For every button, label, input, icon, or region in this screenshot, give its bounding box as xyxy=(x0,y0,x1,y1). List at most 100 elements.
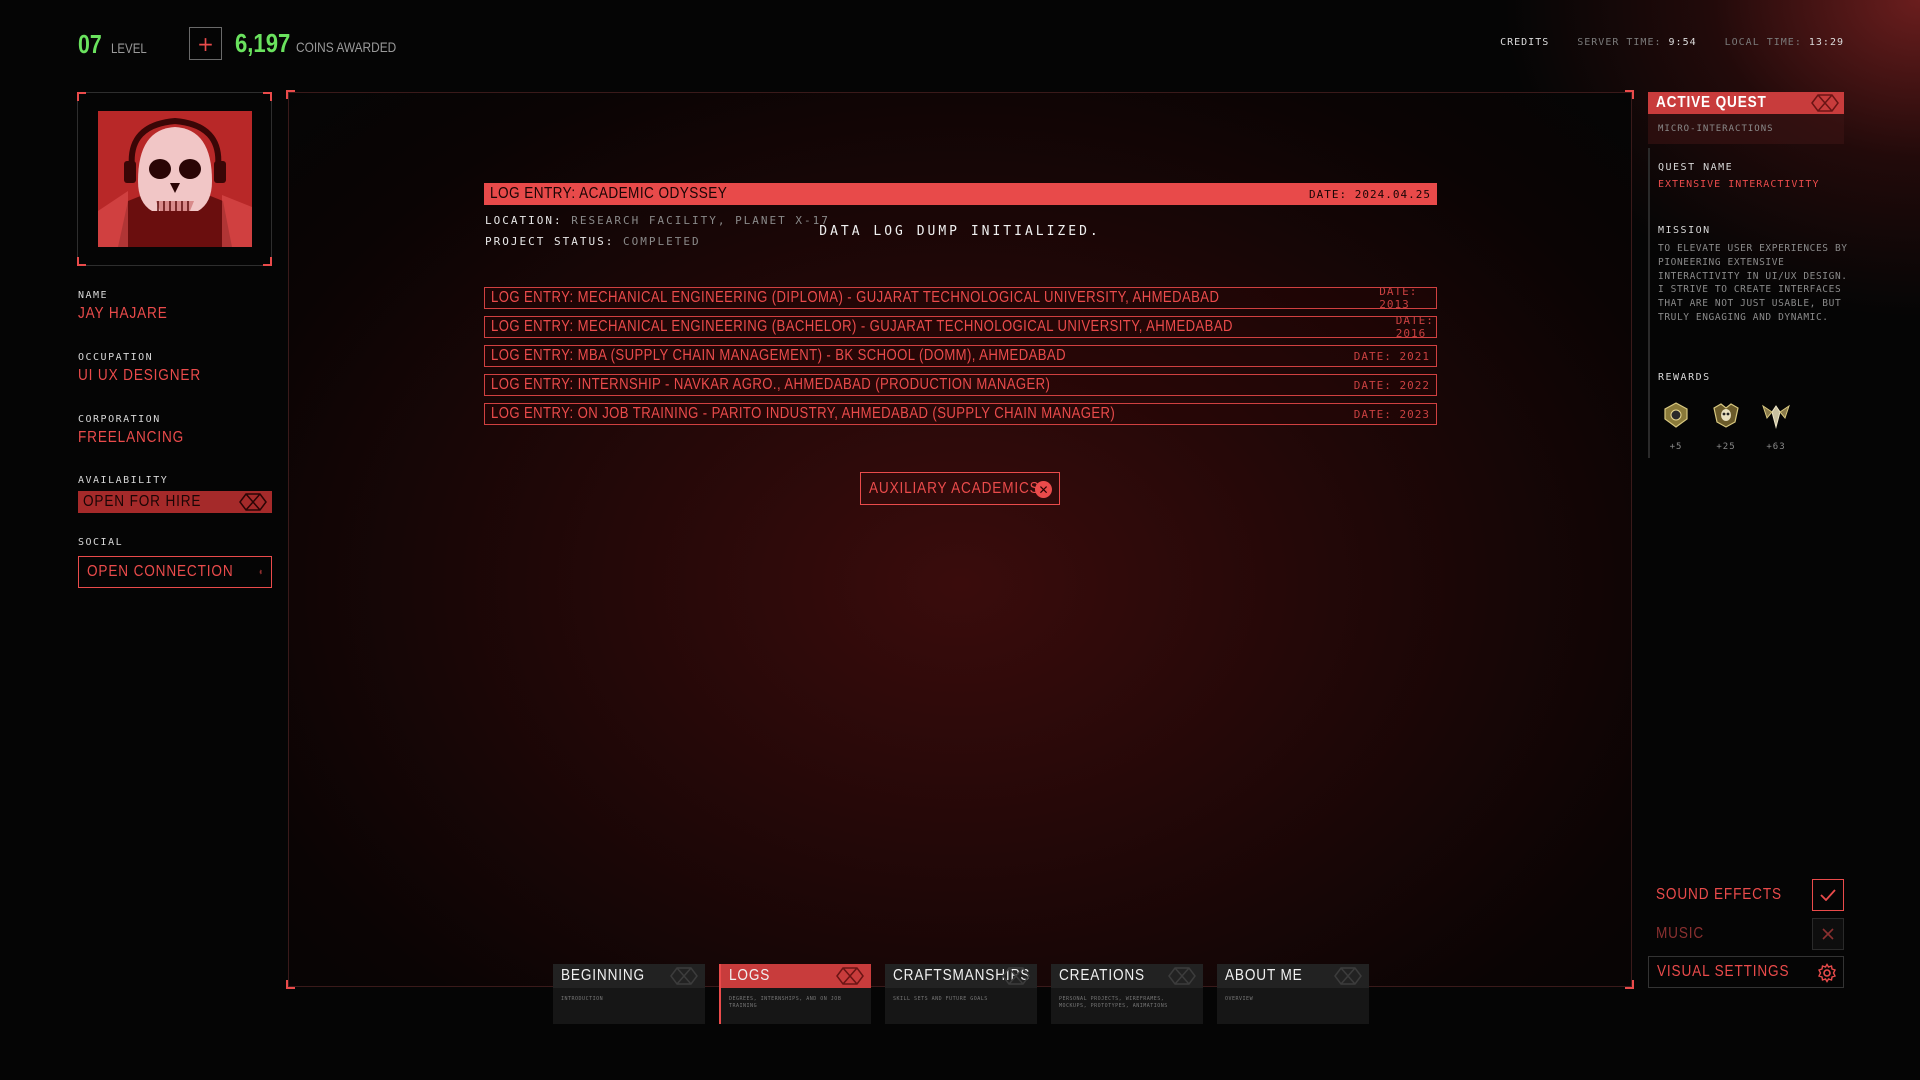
tab-label: CREATIONS xyxy=(1059,967,1145,984)
tab-header: ABOUT ME xyxy=(1217,964,1369,988)
name-label: NAME xyxy=(78,290,109,301)
quest-name-field: QUEST NAME EXTENSIVE INTERACTIVITY xyxy=(1658,162,1848,190)
log-entry-row[interactable]: LOG ENTRY: MECHANICAL ENGINEERING (BACHE… xyxy=(484,314,1437,340)
auxiliary-academics-label: AUXILIARY ACADEMICS xyxy=(869,479,1040,497)
server-time-value: 9:54 xyxy=(1668,37,1697,48)
tab-description: INTRODUCTION xyxy=(561,996,604,1002)
status-label: PROJECT STATUS: xyxy=(485,235,615,248)
reward-value: +5 xyxy=(1669,442,1683,452)
sound-effects-checkbox[interactable] xyxy=(1812,879,1844,911)
music-label: MUSIC xyxy=(1656,925,1705,942)
location-label: LOCATION: xyxy=(485,214,563,227)
frame-corner xyxy=(77,92,86,101)
active-quest-header: ACTIVE QUEST xyxy=(1648,92,1844,114)
occupation-value: UI UX DESIGNER xyxy=(78,367,201,384)
log-entry-date: DATE: 2023 xyxy=(1353,407,1430,421)
visual-settings-icon-box xyxy=(1811,957,1843,989)
bluetooth-icon xyxy=(259,569,263,575)
occupation-field: OCCUPATION UI UX DESIGNER xyxy=(78,352,273,385)
server-time-label: SERVER TIME: xyxy=(1577,37,1662,48)
quest-subtitle: MICRO-INTERACTIONS xyxy=(1648,114,1844,144)
log-entry-date: DATE: 2013 xyxy=(1379,285,1418,311)
corporation-value: FREELANCING xyxy=(78,429,185,446)
tab-header: LOGS xyxy=(721,964,871,988)
reward-value: +25 xyxy=(1716,442,1736,452)
log-entry-date: DATE: 2022 xyxy=(1353,378,1430,392)
local-time-value: 13:29 xyxy=(1808,37,1844,48)
quest-name-label: QUEST NAME xyxy=(1658,162,1734,173)
tab-description: PERSONAL PROJECTS, WIREFRAMES, MOCKUPS, … xyxy=(1059,996,1168,1009)
check-icon xyxy=(1820,889,1836,901)
featured-log-entry[interactable]: LOG ENTRY: ACADEMIC ODYSSEY DATE: 2024.0… xyxy=(484,183,1437,205)
log-entry-row[interactable]: LOG ENTRY: INTERNSHIP - NAVKAR AGRO., AH… xyxy=(484,374,1437,396)
panel-corner xyxy=(1625,980,1634,989)
reward-value: +63 xyxy=(1766,442,1786,452)
add-coins-button[interactable]: + xyxy=(189,27,222,60)
tab-header: BEGINNING xyxy=(553,964,705,988)
name-field: NAME JAY HAJARE xyxy=(78,290,273,323)
close-circle-icon[interactable]: ✕ xyxy=(1035,481,1052,498)
tab-craftsmanships[interactable]: CRAFTSMANSHIPS SKILL SETS AND FUTURE GOA… xyxy=(885,964,1037,1024)
music-checkbox[interactable] xyxy=(1812,918,1844,950)
featured-date: DATE: 2024.04.25 xyxy=(1309,187,1431,201)
hex-pattern-icon xyxy=(1168,967,1196,985)
log-entry-title: LOG ENTRY: INTERNSHIP - NAVKAR AGRO., AH… xyxy=(491,376,1051,393)
stats-bar: 07 LEVEL + 6,197 COINS AWARDED xyxy=(78,26,438,62)
skull-portrait-icon xyxy=(98,111,252,247)
log-entry-row[interactable]: LOG ENTRY: ON JOB TRAINING - PARITO INDU… xyxy=(484,403,1437,425)
auxiliary-academics-button[interactable]: AUXILIARY ACADEMICS ✕ xyxy=(860,472,1060,505)
close-icon xyxy=(1822,928,1834,940)
tab-header: CRAFTSMANSHIPS xyxy=(885,964,1037,988)
featured-status: PROJECT STATUS: COMPLETED xyxy=(485,235,701,248)
hex-pattern-icon xyxy=(836,967,864,985)
log-entry-title: LOG ENTRY: MECHANICAL ENGINEERING (DIPLO… xyxy=(491,289,1220,306)
availability-status: OPEN FOR HIRE xyxy=(78,491,272,513)
gear-icon xyxy=(1818,963,1836,983)
emblem-icon xyxy=(1664,402,1688,428)
music-toggle[interactable]: MUSIC xyxy=(1648,918,1844,950)
tab-description: OVERVIEW xyxy=(1225,996,1254,1002)
skull-emblem-icon xyxy=(1713,403,1739,428)
coins-label: COINS AWARDED xyxy=(296,39,397,55)
reward-item: +5 xyxy=(1659,400,1693,452)
log-entry-title: LOG ENTRY: ON JOB TRAINING - PARITO INDU… xyxy=(491,405,1116,422)
log-entry-row[interactable]: LOG ENTRY: MBA (SUPPLY CHAIN MANAGEMENT)… xyxy=(484,345,1437,367)
hex-pattern-icon xyxy=(239,493,267,511)
log-entry-row[interactable]: LOG ENTRY: MECHANICAL ENGINEERING (DIPLO… xyxy=(484,285,1437,311)
reward-item: +25 xyxy=(1709,400,1743,452)
mission-field: MISSION TO ELEVATE USER EXPERIENCES BY P… xyxy=(1658,225,1848,325)
tab-logs[interactable]: LOGS DEGREES, INTERNSHIPS, AND ON JOB TR… xyxy=(719,964,871,1024)
tab-beginning[interactable]: BEGINNING INTRODUCTION xyxy=(553,964,705,1024)
frame-corner xyxy=(263,92,272,101)
open-connection-button[interactable]: OPEN CONNECTION xyxy=(78,556,272,588)
log-entry-date: DATE: 2021 xyxy=(1353,349,1430,363)
log-entry-title: LOG ENTRY: MECHANICAL ENGINEERING (BACHE… xyxy=(491,318,1233,335)
featured-location: LOCATION: RESEARCH FACILITY, PLANET X-17 xyxy=(485,214,830,227)
availability-value: OPEN FOR HIRE xyxy=(83,493,202,510)
local-time: LOCAL TIME: 13:29 xyxy=(1725,37,1844,48)
visual-settings-button[interactable]: VISUAL SETTINGS xyxy=(1648,956,1844,988)
hex-pattern-icon xyxy=(670,967,698,985)
sound-effects-label: SOUND EFFECTS xyxy=(1656,886,1782,903)
credits-link[interactable]: CREDITS xyxy=(1500,37,1549,48)
open-connection-label: OPEN CONNECTION xyxy=(87,563,234,580)
hex-pattern-icon xyxy=(1334,967,1362,985)
mission-label: MISSION xyxy=(1658,225,1711,236)
tab-about-me[interactable]: ABOUT ME OVERVIEW xyxy=(1217,964,1369,1024)
corporation-label: CORPORATION xyxy=(78,414,161,425)
hex-pattern-icon xyxy=(1811,94,1839,112)
server-time: SERVER TIME: 9:54 xyxy=(1577,37,1696,48)
reward-item: +63 xyxy=(1759,400,1793,452)
social-label: SOCIAL xyxy=(78,537,124,548)
hex-pattern-icon xyxy=(1002,967,1030,985)
log-entry-title: LOG ENTRY: MBA (SUPPLY CHAIN MANAGEMENT)… xyxy=(491,347,1066,364)
tab-creations[interactable]: CREATIONS PERSONAL PROJECTS, WIREFRAMES,… xyxy=(1051,964,1203,1024)
coins-value: 6,197 xyxy=(235,28,291,58)
sound-effects-toggle[interactable]: SOUND EFFECTS xyxy=(1648,879,1844,911)
level-value: 07 xyxy=(78,28,102,59)
panel-corner xyxy=(286,90,295,99)
avatar xyxy=(98,111,252,247)
panel-corner xyxy=(1625,90,1634,99)
active-quest-title: ACTIVE QUEST xyxy=(1656,94,1767,111)
tab-label: BEGINNING xyxy=(561,967,645,984)
